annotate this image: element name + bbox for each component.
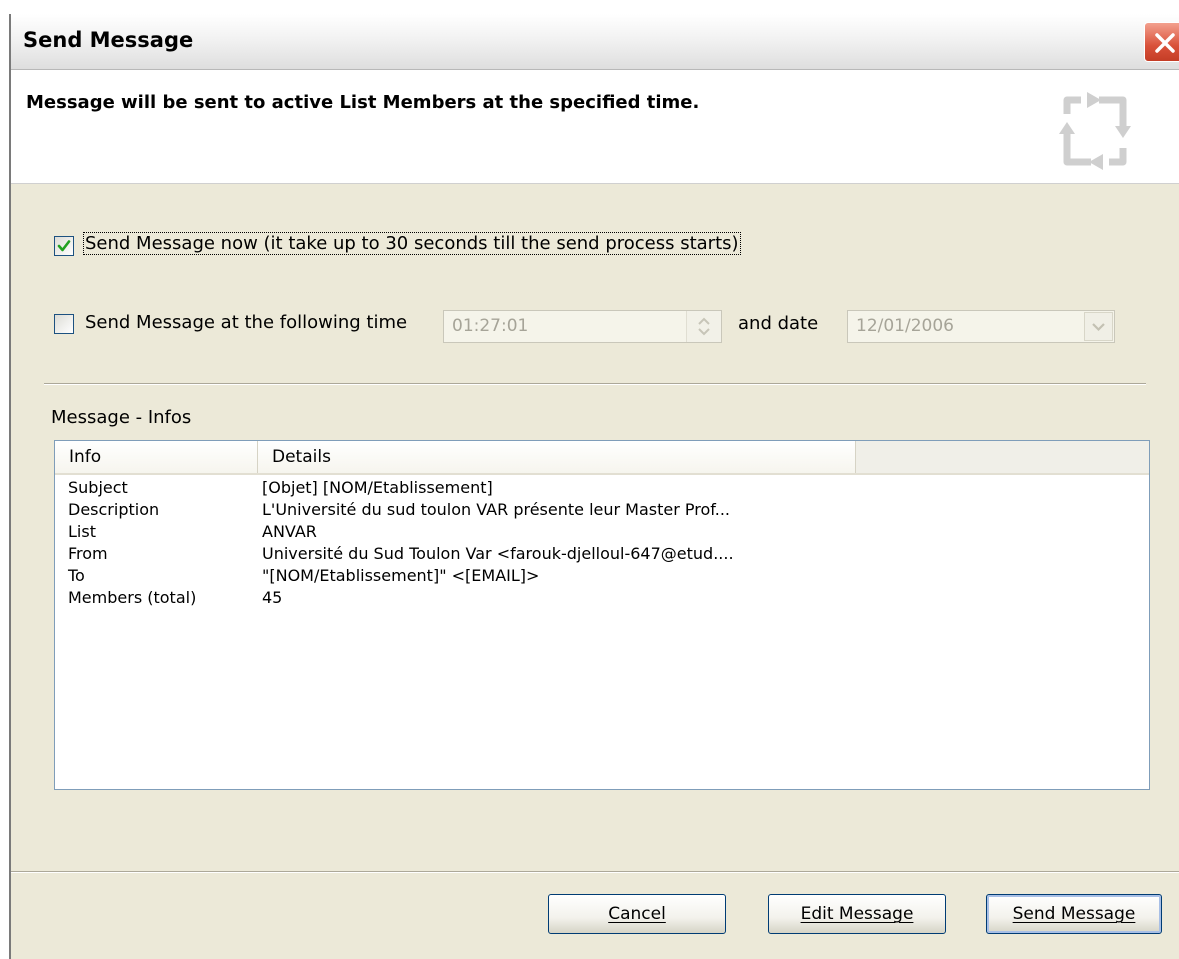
column-header-details[interactable]: Details [258, 441, 856, 473]
info-cell: Subject [68, 478, 128, 497]
cancel-button-label: Cancel [608, 904, 666, 924]
time-field[interactable]: 01:27:01 [443, 310, 722, 343]
list-item[interactable]: Description L'Université du sud toulon V… [55, 499, 1149, 521]
send-at-time-checkbox[interactable] [54, 314, 74, 334]
info-cell: Members (total) [68, 588, 197, 607]
list-item[interactable]: Members (total) 45 [55, 587, 1149, 609]
list-item[interactable]: Subject [Objet] [NOM/Etablissement] [55, 477, 1149, 499]
date-dropdown-button[interactable] [1084, 312, 1113, 341]
edit-message-button[interactable]: Edit Message [768, 894, 946, 934]
send-message-button-label: Send Message [1012, 904, 1136, 924]
details-cell: ANVAR [262, 522, 317, 541]
details-cell: L'Université du sud toulon VAR présente … [262, 500, 730, 519]
send-now-label: Send Message now (it take up to 30 secon… [83, 232, 741, 255]
info-cell: From [68, 544, 108, 563]
info-cell: To [68, 566, 85, 585]
info-cell: Description [68, 500, 160, 519]
refresh-arrows-icon [1059, 92, 1131, 170]
title-bar[interactable]: Send Message [11, 14, 1179, 70]
date-label: and date [738, 313, 819, 334]
details-cell: [Objet] [NOM/Etablissement] [262, 478, 493, 497]
spin-updown-icon [698, 317, 710, 336]
date-value: 12/01/2006 [856, 316, 954, 336]
options-divider [44, 383, 1146, 385]
edit-message-button-label: Edit Message [800, 904, 914, 924]
list-item[interactable]: To "[NOM/Etablissement]" <[EMAIL]> [55, 565, 1149, 587]
time-spinner[interactable] [686, 311, 721, 342]
send-at-time-label[interactable]: Send Message at the following time [85, 312, 407, 333]
checkmark-icon [57, 240, 71, 252]
close-button[interactable] [1144, 22, 1179, 62]
list-header: Info Details [55, 441, 1149, 475]
list-rows: Subject [Objet] [NOM/Etablissement] Desc… [55, 477, 1149, 609]
list-item[interactable]: List ANVAR [55, 521, 1149, 543]
send-now-checkbox[interactable] [54, 236, 74, 256]
list-item[interactable]: From Université du Sud Toulon Var <farou… [55, 543, 1149, 565]
details-cell: 45 [262, 588, 283, 607]
details-cell: Université du Sud Toulon Var <farouk-dje… [262, 544, 734, 563]
date-picker[interactable]: 12/01/2006 [847, 310, 1115, 343]
header-description: Message will be sent to active List Memb… [26, 92, 700, 113]
close-icon [1155, 33, 1175, 53]
cancel-button[interactable]: Cancel [548, 894, 726, 934]
send-message-dialog: Send Message Message will be sent to act… [9, 14, 1179, 959]
chevron-down-icon [1092, 323, 1105, 332]
dialog-header: Message will be sent to active List Memb… [11, 70, 1179, 184]
time-value: 01:27:01 [452, 316, 529, 336]
send-now-option[interactable]: Send Message now (it take up to 30 secon… [83, 232, 741, 255]
window-title: Send Message [23, 28, 194, 52]
message-infos-label: Message - Infos [51, 407, 192, 428]
send-message-button[interactable]: Send Message [986, 894, 1162, 934]
message-infos-list[interactable]: Info Details Subject [Objet] [NOM/Etabli… [54, 440, 1150, 790]
info-cell: List [68, 522, 96, 541]
column-header-info[interactable]: Info [55, 441, 258, 473]
details-cell: "[NOM/Etablissement]" <[EMAIL]> [262, 566, 540, 585]
footer-divider [11, 871, 1179, 873]
